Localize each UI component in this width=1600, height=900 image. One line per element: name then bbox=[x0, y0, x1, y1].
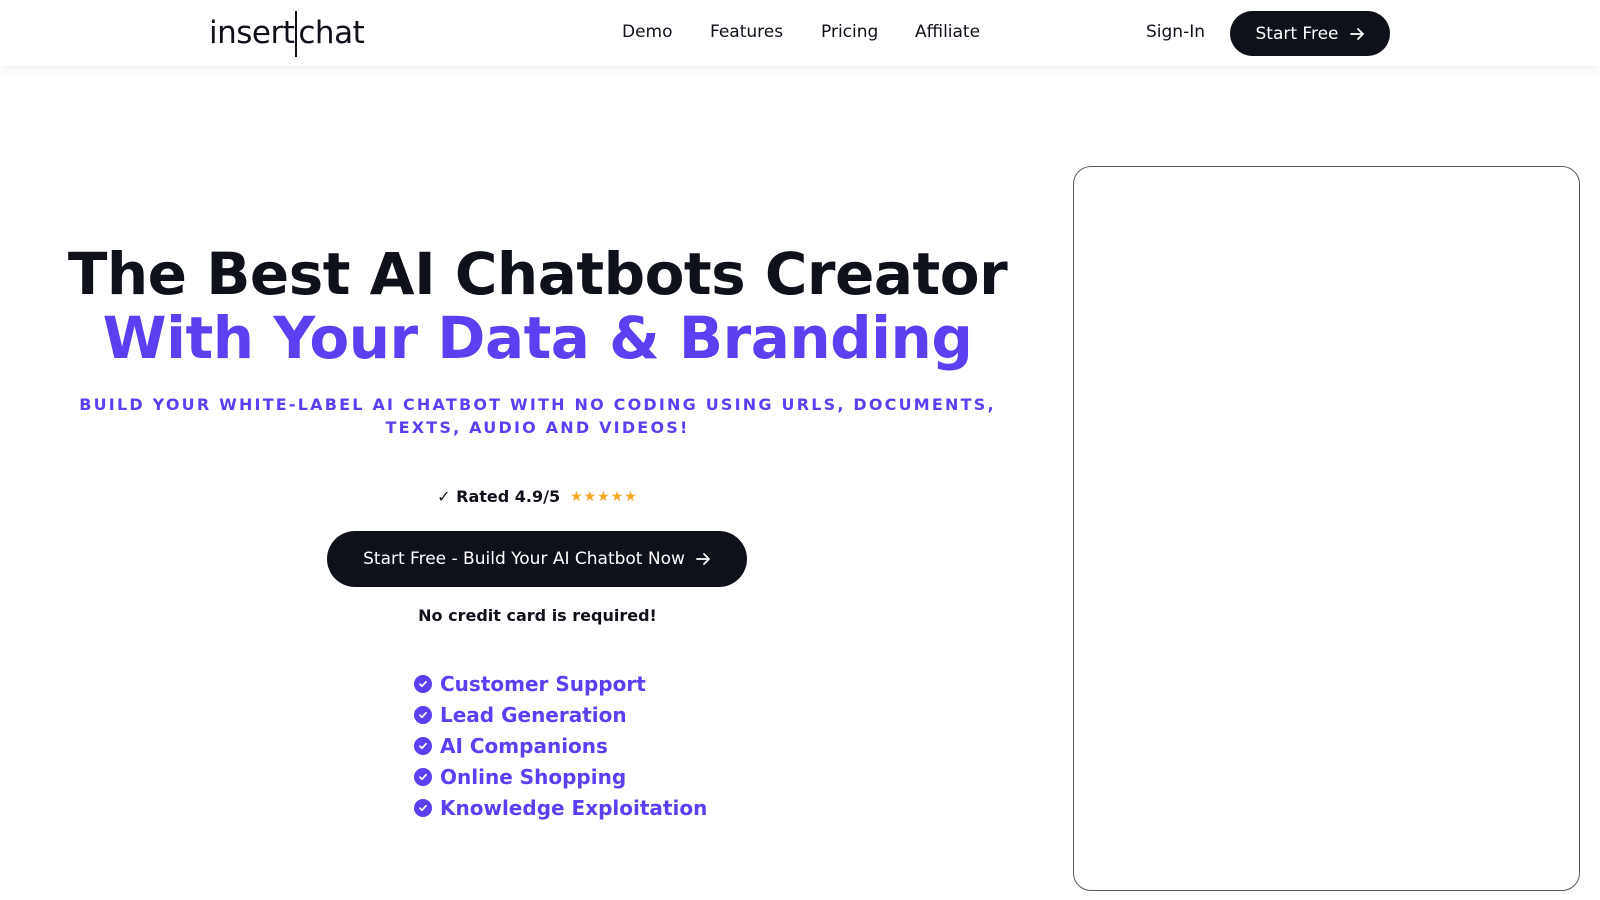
nav-features[interactable]: Features bbox=[710, 22, 783, 42]
feature-item: Online Shopping bbox=[414, 761, 707, 792]
feature-label: Knowledge Exploitation bbox=[440, 795, 708, 820]
check-circle-icon bbox=[414, 674, 432, 693]
no-credit-card-note: No credit card is required! bbox=[418, 606, 657, 625]
sign-in-link[interactable]: Sign-In bbox=[1146, 22, 1205, 42]
arrow-right-icon bbox=[695, 553, 710, 565]
start-free-button[interactable]: Start Free bbox=[1230, 11, 1390, 56]
check-circle-icon bbox=[414, 705, 432, 724]
feature-item: Lead Generation bbox=[414, 699, 707, 730]
check-circle-icon bbox=[414, 767, 432, 786]
logo-text-chat: chat bbox=[298, 15, 365, 51]
chatbot-demo-frame[interactable] bbox=[1073, 166, 1580, 891]
feature-label: Lead Generation bbox=[440, 702, 627, 727]
hero-title-highlight: With Your Data & Branding bbox=[102, 304, 973, 372]
nav-affiliate[interactable]: Affiliate bbox=[915, 22, 980, 42]
start-free-label: Start Free bbox=[1255, 23, 1339, 44]
feature-label: Online Shopping bbox=[440, 764, 627, 789]
logo-text-insert: insert bbox=[209, 15, 295, 51]
rating: ✓ Rated 4.9/5 ★★★★★ bbox=[0, 487, 1075, 506]
star-rating-icon: ★★★★★ bbox=[570, 488, 638, 505]
feature-label: AI Companions bbox=[440, 733, 608, 758]
check-circle-icon bbox=[414, 736, 432, 755]
hero-subtitle: BUILD YOUR WHITE-LABEL AI CHATBOT WITH N… bbox=[79, 395, 996, 437]
feature-item: AI Companions bbox=[414, 730, 707, 761]
nav-demo[interactable]: Demo bbox=[622, 22, 673, 42]
rating-text: ✓ Rated 4.9/5 bbox=[437, 487, 561, 506]
nav-pricing[interactable]: Pricing bbox=[821, 22, 878, 42]
logo-cursor-icon bbox=[295, 11, 298, 57]
hero-title: The Best AI Chatbots Creator bbox=[67, 240, 1008, 308]
feature-list: Customer Support Lead Generation AI Comp… bbox=[414, 668, 707, 823]
feature-item: Customer Support bbox=[414, 668, 707, 699]
site-header: insert chat Demo Features Pricing Affilia… bbox=[0, 0, 1600, 66]
arrow-right-icon bbox=[1349, 27, 1364, 40]
cta-start-free-button[interactable]: Start Free - Build Your AI Chatbot Now bbox=[327, 531, 747, 587]
check-circle-icon bbox=[414, 798, 432, 817]
feature-item: Knowledge Exploitation bbox=[414, 792, 707, 823]
logo[interactable]: insert chat bbox=[209, 11, 365, 57]
cta-label: Start Free - Build Your AI Chatbot Now bbox=[363, 549, 685, 569]
feature-label: Customer Support bbox=[440, 671, 646, 696]
